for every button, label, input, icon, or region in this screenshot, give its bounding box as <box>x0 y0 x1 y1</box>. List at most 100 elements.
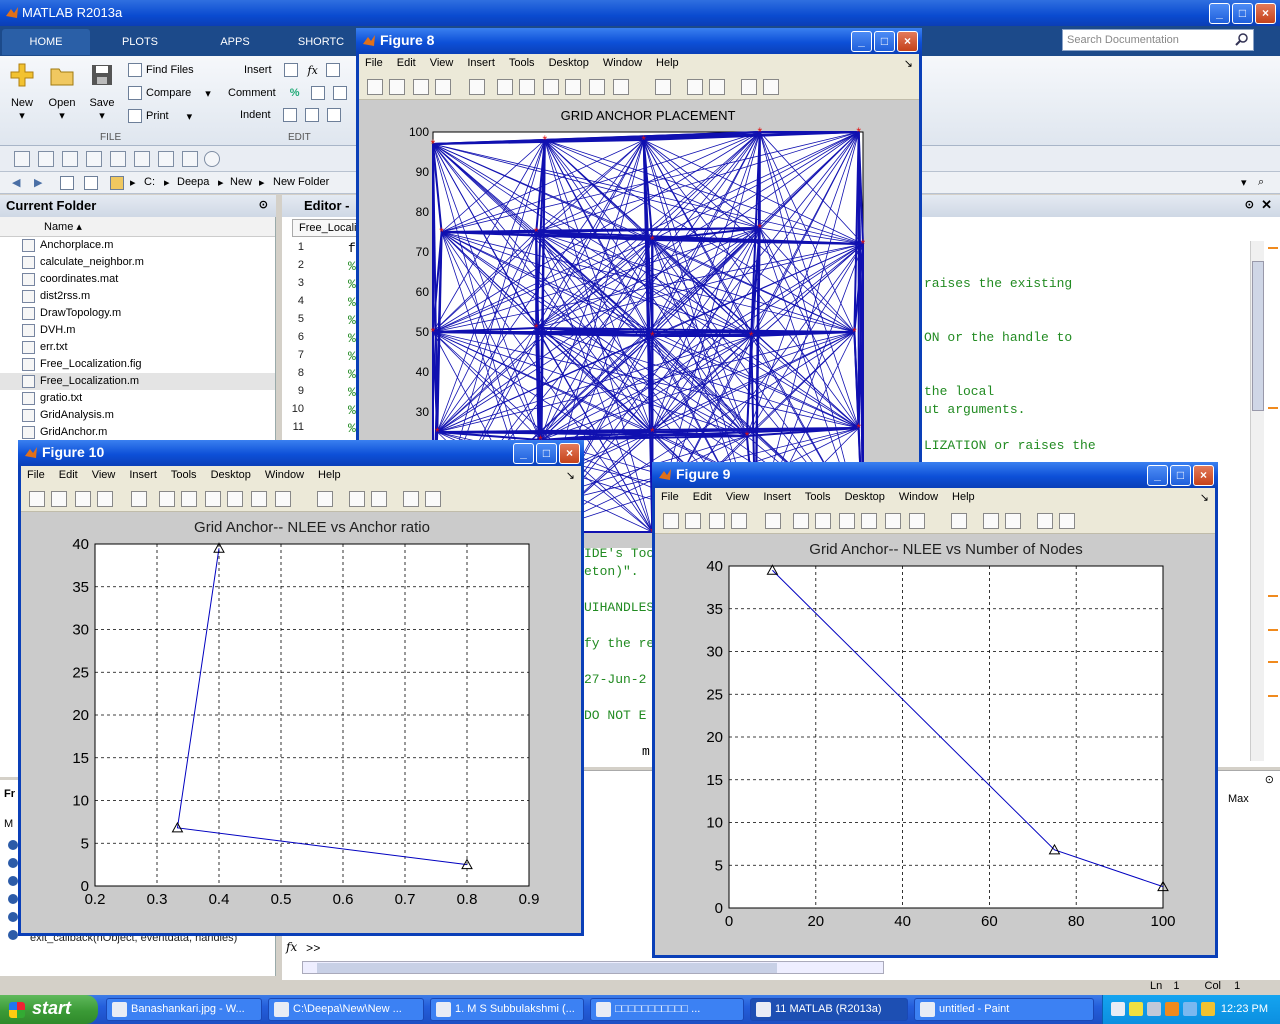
max-column-header[interactable]: Max <box>1228 793 1249 805</box>
new-figure-icon[interactable] <box>663 513 679 529</box>
editor-vertical-scrollbar[interactable] <box>1250 241 1264 761</box>
forward-arrow-icon[interactable]: ▶ <box>34 176 42 189</box>
browse-folder-icon[interactable] <box>84 176 98 190</box>
warning-marker[interactable] <box>1268 247 1278 249</box>
warning-marker[interactable] <box>1268 695 1278 697</box>
save-figure-icon[interactable] <box>709 513 725 529</box>
menu-view[interactable]: View <box>726 491 750 505</box>
zoom-in-icon[interactable] <box>497 79 513 95</box>
tab-home[interactable]: HOME <box>2 29 90 55</box>
menu-edit[interactable]: Edit <box>59 469 78 483</box>
print-button[interactable]: Print ▾ <box>128 109 192 123</box>
taskbar-task[interactable]: C:\Deepa\New\New ... <box>268 998 424 1021</box>
up-folder-icon[interactable] <box>60 176 74 190</box>
taskbar-task[interactable]: Banashankari.jpg - W... <box>106 998 262 1021</box>
path-part[interactable]: Deepa <box>177 176 209 188</box>
warning-icon[interactable] <box>1165 1002 1179 1016</box>
figure-title-bar[interactable]: Figure 8 _ □ × <box>356 28 922 54</box>
menu-help[interactable]: Help <box>318 469 341 483</box>
menu-help[interactable]: Help <box>656 57 679 71</box>
new-button[interactable]: New ▾ <box>6 62 38 122</box>
zoom-out-icon[interactable] <box>519 79 535 95</box>
copy-icon[interactable] <box>86 151 102 167</box>
zoom-out-icon[interactable] <box>815 513 831 529</box>
menu-tools[interactable]: Tools <box>805 491 831 505</box>
maximize-button[interactable]: □ <box>1170 465 1191 486</box>
menu-desktop[interactable]: Desktop <box>211 469 251 483</box>
menu-window[interactable]: Window <box>603 57 642 71</box>
increase-indent-icon[interactable] <box>304 108 319 122</box>
file-list-item[interactable]: Free_Localization.fig <box>0 356 275 373</box>
taskbar-task[interactable]: 1. M S Subbulakshmi (... <box>430 998 584 1021</box>
wrap-comments-icon[interactable] <box>311 86 326 100</box>
notification-icon[interactable] <box>1129 1002 1143 1016</box>
insert-legend-icon[interactable] <box>371 491 387 507</box>
rotate-3d-icon[interactable] <box>227 491 243 507</box>
indent-button[interactable]: Indent <box>240 108 341 122</box>
nlee-vs-number-of-nodes-chart[interactable]: Grid Anchor-- NLEE vs Number of Nodes 0 20… <box>655 534 1215 955</box>
dock-arrow-icon[interactable]: ↘ <box>904 57 913 70</box>
name-column-header[interactable]: Name ▴ <box>0 217 275 237</box>
menu-edit[interactable]: Edit <box>397 57 416 71</box>
hide-plot-tools-icon[interactable] <box>1037 513 1053 529</box>
close-editor-icon[interactable]: ✕ <box>1261 197 1272 213</box>
file-list-item[interactable]: Free_Localization.m <box>0 373 275 390</box>
minimize-button[interactable]: _ <box>851 31 872 52</box>
decrease-indent-icon[interactable] <box>326 108 341 122</box>
insert-colorbar-icon[interactable] <box>983 513 999 529</box>
file-list-item[interactable]: dist2rss.m <box>0 288 275 305</box>
paste-icon[interactable] <box>110 151 126 167</box>
path-part[interactable]: C: <box>144 176 155 188</box>
new-figure-icon[interactable] <box>367 79 383 95</box>
brush-icon[interactable] <box>909 513 925 529</box>
save-icon[interactable] <box>38 151 54 167</box>
warning-marker[interactable] <box>1268 407 1278 409</box>
menu-view[interactable]: View <box>92 469 116 483</box>
scrollbar-thumb[interactable] <box>1252 261 1264 411</box>
menu-desktop[interactable]: Desktop <box>845 491 885 505</box>
file-list-item[interactable]: GridAnchor.m <box>0 424 275 441</box>
pan-hand-icon[interactable] <box>543 79 559 95</box>
show-plot-tools-icon[interactable] <box>763 79 779 95</box>
minimize-button[interactable]: _ <box>513 443 534 464</box>
figure-title-bar[interactable]: Figure 9 _ □ × <box>652 462 1218 488</box>
menu-tools[interactable]: Tools <box>171 469 197 483</box>
back-arrow-icon[interactable]: ◀ <box>12 176 20 189</box>
menu-view[interactable]: View <box>430 57 454 71</box>
undo-icon[interactable] <box>134 151 150 167</box>
cut-icon[interactable] <box>62 151 78 167</box>
menu-edit[interactable]: Edit <box>693 491 712 505</box>
function-browser-fx-icon[interactable]: fx <box>286 940 297 954</box>
warning-marker[interactable] <box>1268 595 1278 597</box>
panel-actions-icon[interactable]: ⊙ <box>259 198 268 211</box>
insert-colorbar-icon[interactable] <box>687 79 703 95</box>
panel-actions-icon[interactable]: ⊙ <box>1245 198 1254 211</box>
path-part[interactable]: New <box>230 176 252 188</box>
pan-hand-icon[interactable] <box>205 491 221 507</box>
menu-file[interactable]: File <box>365 57 383 71</box>
dock-arrow-icon[interactable]: ↘ <box>1200 491 1209 504</box>
help-icon[interactable] <box>204 151 220 167</box>
panel-actions-icon[interactable]: ⊙ <box>1265 773 1274 786</box>
new-script-icon[interactable] <box>14 151 30 167</box>
link-plot-icon[interactable] <box>655 79 671 95</box>
path-part[interactable]: New Folder <box>273 176 329 188</box>
file-list-item[interactable]: gratio.txt <box>0 390 275 407</box>
edit-plot-arrow-icon[interactable] <box>131 491 147 507</box>
warning-marker[interactable] <box>1268 661 1278 663</box>
close-button[interactable]: × <box>1255 3 1276 24</box>
dock-arrow-icon[interactable]: ↘ <box>566 469 575 482</box>
menu-insert[interactable]: Insert <box>129 469 157 483</box>
file-list-item[interactable]: DVH.m <box>0 322 275 339</box>
find-files-button[interactable]: Find Files <box>128 63 194 77</box>
file-list-item[interactable]: calculate_neighbor.m <box>0 254 275 271</box>
close-button[interactable]: × <box>1193 465 1214 486</box>
uncomment-icon[interactable] <box>333 86 348 100</box>
scrollbar-thumb[interactable] <box>317 963 777 973</box>
insert-section-icon[interactable] <box>325 63 340 77</box>
file-list-item[interactable]: GridAnalysis.m <box>0 407 275 424</box>
print-figure-icon[interactable] <box>97 491 113 507</box>
link-plot-icon[interactable] <box>317 491 333 507</box>
taskbar-task[interactable]: □□□□□□□□□□□ ... <box>590 998 744 1021</box>
menu-tools[interactable]: Tools <box>509 57 535 71</box>
